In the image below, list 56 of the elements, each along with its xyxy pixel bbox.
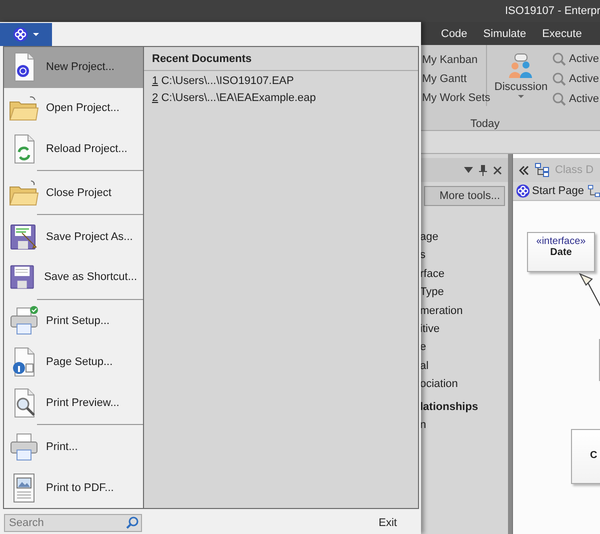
class-name: C xyxy=(590,450,598,461)
pin-icon[interactable] xyxy=(479,164,488,176)
tree-icon xyxy=(588,185,600,197)
class-name: Date xyxy=(550,247,572,258)
toolbox-item[interactable]: meration xyxy=(420,302,508,320)
search-icon xyxy=(552,52,566,66)
toolbox-item[interactable]: al xyxy=(420,356,508,376)
search-icon xyxy=(552,72,566,86)
toolbox-item[interactable]: n xyxy=(420,416,508,434)
search-icon xyxy=(552,92,566,106)
toolbox-item[interactable]: ociation xyxy=(420,375,508,394)
recent-documents-heading: Recent Documents xyxy=(144,47,418,71)
menu-item[interactable]: Page Setup... xyxy=(4,342,143,382)
tree-icon xyxy=(535,163,550,177)
ribbon-tab[interactable]: Execute xyxy=(542,28,582,40)
ribbon-item[interactable]: Active xyxy=(569,73,599,85)
group-label: Today xyxy=(469,118,501,130)
app-menu-button[interactable] xyxy=(0,23,52,46)
menu-item[interactable]: Open Project... xyxy=(4,88,143,129)
ribbon-item[interactable]: Active xyxy=(569,93,599,105)
menu-item[interactable]: Save as Shortcut... xyxy=(4,257,143,298)
printer-icon xyxy=(8,430,40,463)
window-title: ISO19107 - Enterpr xyxy=(505,5,600,17)
stereotype-label: «interface» xyxy=(536,236,586,247)
caret-icon xyxy=(518,95,524,98)
menu-item[interactable]: Save Project As... xyxy=(4,216,143,258)
menu-item[interactable]: Print Setup... xyxy=(4,300,143,342)
people-chat-icon xyxy=(508,53,534,79)
menu-item[interactable]: Close Project xyxy=(4,172,143,214)
logo-icon xyxy=(516,184,530,198)
search-icon xyxy=(126,516,139,528)
printer-check-icon xyxy=(8,305,40,338)
close-icon[interactable] xyxy=(493,166,502,174)
toolbox-item[interactable]: age xyxy=(420,228,508,246)
toolbox-item[interactable]: Type xyxy=(420,283,508,302)
recent-document-item[interactable]: 1 C:\Users\...\ISO19107.EAP xyxy=(152,75,410,87)
exit-button[interactable]: Exit xyxy=(378,516,397,528)
logo-icon xyxy=(13,27,28,42)
ribbon-tab[interactable]: Code xyxy=(441,28,468,40)
more-tools-button[interactable]: More tools... xyxy=(424,186,506,206)
ribbon-tab[interactable]: Simulate xyxy=(483,28,526,40)
toolbox-heading: lationships xyxy=(420,400,480,415)
toolbox-item[interactable]: rface xyxy=(420,264,508,284)
menu-item[interactable]: Print to PDF... xyxy=(4,467,143,508)
double-chevron-icon[interactable] xyxy=(519,166,530,174)
discussion-label[interactable]: Discussion xyxy=(494,81,548,93)
ribbon-item[interactable]: Active xyxy=(569,53,599,65)
menu-item[interactable]: New Project... xyxy=(4,47,143,88)
menu-item[interactable]: Print... xyxy=(4,426,143,468)
ribbon-item[interactable]: My Kanban xyxy=(422,54,486,66)
search-field[interactable]: Search xyxy=(4,514,142,532)
ribbon-item[interactable]: My Gantt xyxy=(422,73,486,85)
dropdown-icon[interactable] xyxy=(464,167,474,173)
recent-document-item[interactable]: 2 C:\Users\...\EA\EAExample.eap xyxy=(152,92,410,104)
menu-item[interactable]: Print Preview... xyxy=(4,382,143,424)
menu-item[interactable]: Reload Project... xyxy=(4,128,143,170)
